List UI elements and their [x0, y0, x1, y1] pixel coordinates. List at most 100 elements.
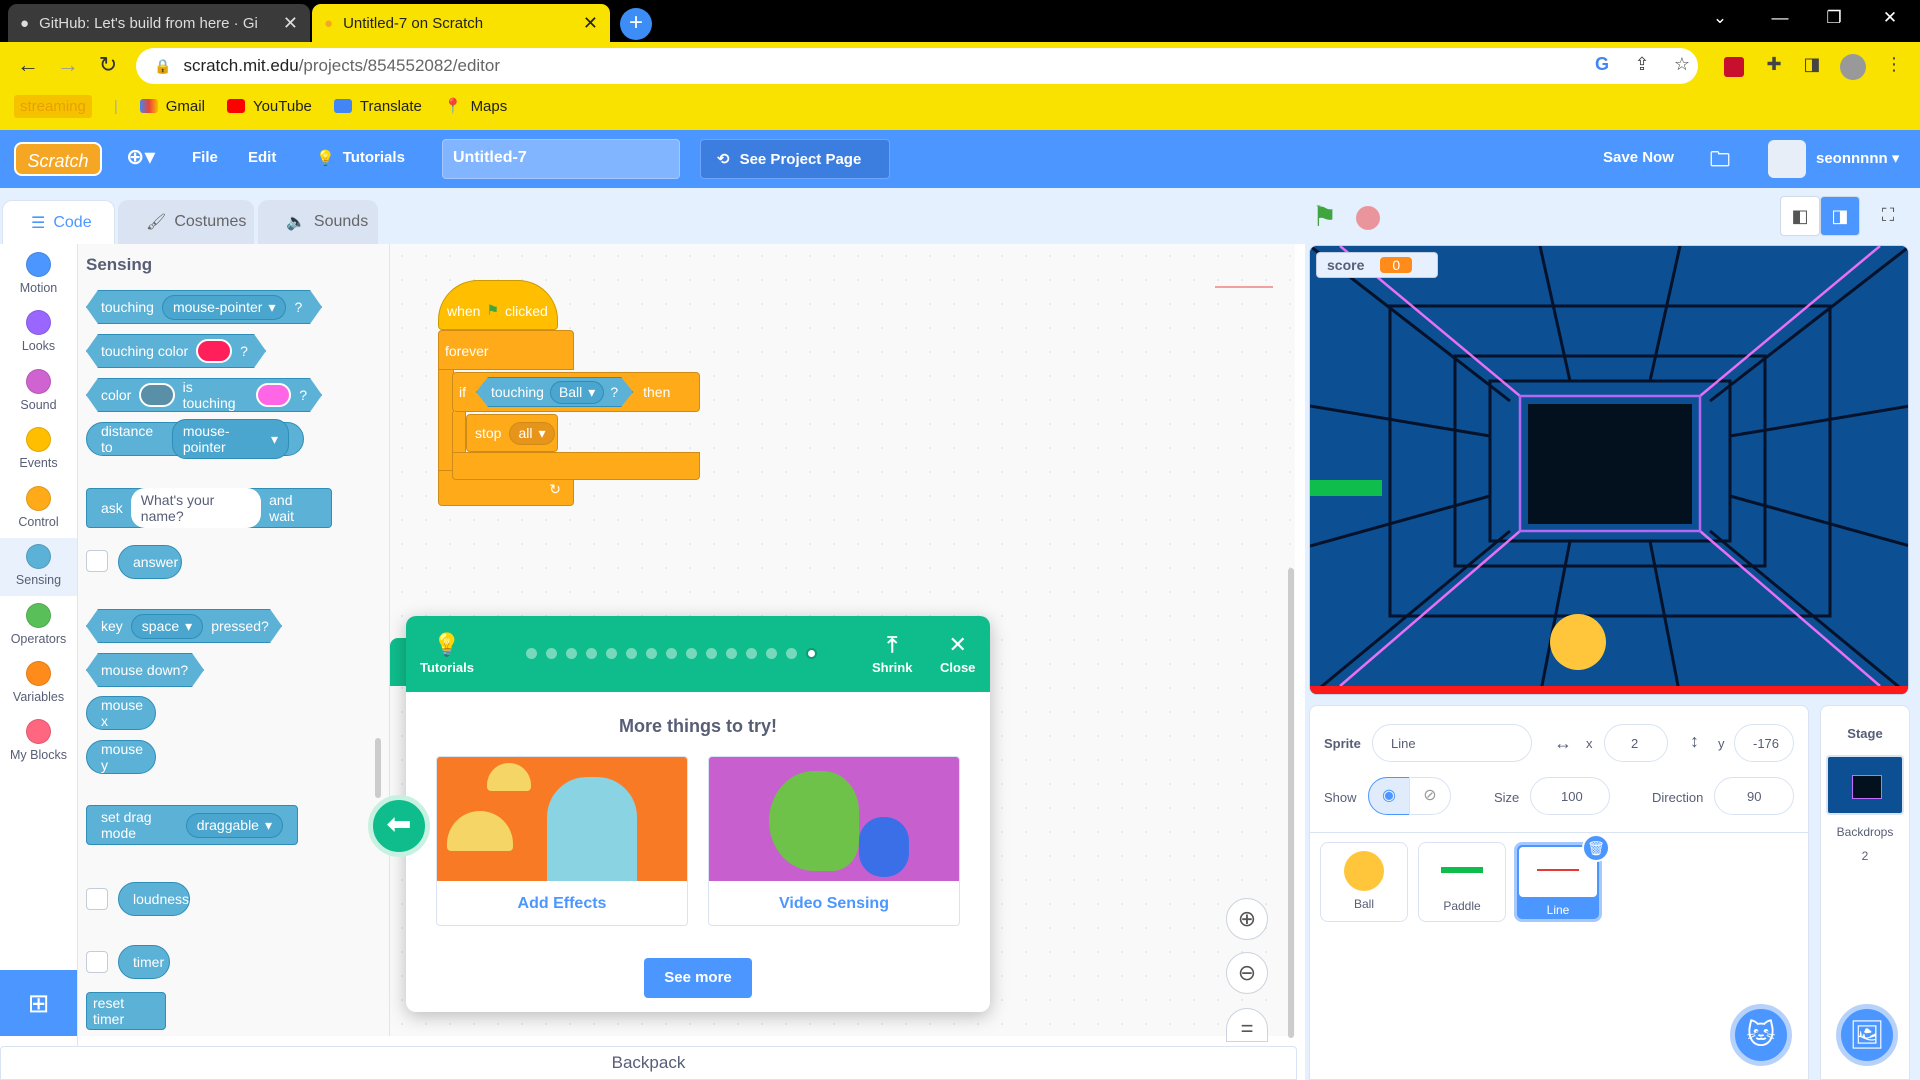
add-extension-button[interactable]: ⊞ — [0, 970, 77, 1036]
tab-search-icon[interactable]: ⌄ — [1700, 8, 1740, 28]
sidepanel-icon[interactable]: ◨ — [1798, 54, 1826, 75]
bookmark-maps[interactable]: 📍 Maps — [444, 97, 507, 116]
globe-icon[interactable]: ⊕▾ — [126, 144, 155, 170]
touching-target-dropdown[interactable]: Ball ▾ — [550, 381, 604, 404]
stop-button[interactable] — [1356, 206, 1380, 230]
tutorial-step-dot[interactable] — [726, 648, 737, 659]
puzzle-icon[interactable]: ✚ — [1760, 54, 1788, 75]
block-color-is-touching[interactable]: color is touching ? — [86, 378, 322, 412]
distance-target-dropdown[interactable]: mouse-pointer ▾ — [171, 419, 289, 459]
tutorial-step-dot[interactable] — [586, 648, 597, 659]
google-icon[interactable]: G — [1588, 54, 1616, 75]
block-touching-color[interactable]: touching color ? — [86, 334, 266, 368]
share-icon[interactable]: ⇪ — [1628, 54, 1656, 75]
shrink-button[interactable]: ⤒ Shrink — [872, 632, 912, 675]
tutorial-step-dot[interactable] — [786, 648, 797, 659]
sprite-tile-ball[interactable]: Ball — [1320, 842, 1408, 922]
menu-file[interactable]: File — [192, 149, 218, 166]
x-input[interactable]: 2 — [1604, 724, 1668, 762]
sprite-tile-paddle[interactable]: Paddle — [1418, 842, 1506, 922]
menu-edit[interactable]: Edit — [248, 149, 276, 166]
answer-monitor-checkbox[interactable] — [86, 550, 108, 572]
new-tab-button[interactable]: + — [620, 8, 652, 40]
show-visible-eye-icon[interactable]: ◉ — [1368, 777, 1410, 815]
reload-icon[interactable]: ↻ — [92, 52, 124, 78]
tutorial-step-dot[interactable] — [566, 648, 577, 659]
tab-costumes[interactable]: 🖌 Costumes — [118, 200, 254, 244]
browser-tab-github[interactable]: ● GitHub: Let's build from here · Gi ✕ — [8, 4, 310, 42]
forward-icon[interactable]: → — [52, 52, 84, 78]
block-if-then[interactable]: if touching Ball ▾ ? then — [452, 372, 700, 412]
close-icon[interactable]: ✕ — [283, 13, 298, 34]
card-video-sensing[interactable]: Video Sensing — [708, 756, 960, 926]
category-control[interactable]: Control — [0, 486, 77, 529]
delete-sprite-trash-icon[interactable]: 🗑 — [1582, 834, 1610, 862]
block-touching[interactable]: touching mouse-pointer ▾ ? — [86, 290, 322, 324]
y-input[interactable]: -176 — [1734, 724, 1794, 762]
tutorials-button[interactable]: 💡 Tutorials — [420, 632, 474, 675]
browser-tab-scratch[interactable]: ● Untitled-7 on Scratch ✕ — [312, 4, 610, 42]
choose-backdrop-icon[interactable]: 🖼 — [1836, 1004, 1898, 1066]
ask-question-input[interactable]: What's your name? — [130, 488, 262, 528]
card-add-effects[interactable]: Add Effects — [436, 756, 688, 926]
sprite-name-input[interactable]: Line — [1372, 724, 1532, 762]
normal-stage-button[interactable]: ◨ — [1820, 196, 1860, 236]
color-swatch[interactable] — [139, 383, 174, 407]
close-button[interactable]: ✕ Close — [940, 632, 975, 675]
block-when-flag-clicked[interactable]: when ⚑ clicked — [438, 280, 558, 330]
block-ask-and-wait[interactable]: ask What's your name? and wait — [86, 488, 332, 528]
minimize-button[interactable]: — — [1760, 8, 1800, 28]
workspace-scrollbar[interactable] — [1288, 568, 1294, 1038]
block-mouse-down[interactable]: mouse down? — [86, 653, 204, 687]
tutorial-step-dot[interactable] — [686, 648, 697, 659]
tab-sounds[interactable]: 🔈 Sounds — [258, 200, 378, 244]
direction-input[interactable]: 90 — [1714, 777, 1794, 815]
block-answer[interactable]: answer — [118, 545, 182, 579]
category-operators[interactable]: Operators — [0, 603, 77, 646]
see-project-page-button[interactable]: ⟲ See Project Page — [700, 139, 890, 179]
stop-option-dropdown[interactable]: all ▾ — [509, 421, 555, 445]
menu-tutorials[interactable]: 💡 Tutorials — [316, 149, 405, 167]
category-sensing[interactable]: Sensing — [0, 538, 77, 596]
category-sound[interactable]: Sound — [0, 369, 77, 412]
zoom-in-button[interactable]: ⊕ — [1226, 898, 1268, 940]
block-timer[interactable]: timer — [118, 945, 170, 979]
scratch-logo[interactable]: Scratch — [14, 142, 102, 176]
category-events[interactable]: Events — [0, 427, 77, 470]
menu-kebab-icon[interactable]: ⋮ — [1880, 54, 1908, 75]
bookmark-gmail[interactable]: Gmail — [139, 98, 205, 115]
block-mouse-y[interactable]: mouse y — [86, 740, 156, 774]
category-my-blocks[interactable]: My Blocks — [0, 719, 77, 762]
block-set-drag-mode[interactable]: set drag mode draggable ▾ — [86, 805, 298, 845]
bookmark-translate[interactable]: Translate — [333, 98, 422, 115]
category-looks[interactable]: Looks — [0, 310, 77, 353]
close-window-button[interactable]: ✕ — [1870, 8, 1910, 28]
block-loudness[interactable]: loudness — [118, 882, 190, 916]
tutorial-step-dot[interactable] — [626, 648, 637, 659]
choose-sprite-cat-icon[interactable]: 🐱 — [1730, 1004, 1792, 1066]
zoom-reset-button[interactable]: = — [1226, 1008, 1268, 1042]
block-mouse-x[interactable]: mouse x — [86, 696, 156, 730]
hide-eye-slash-icon[interactable]: ⊘ — [1409, 777, 1451, 815]
drag-mode-dropdown[interactable]: draggable ▾ — [185, 812, 283, 838]
category-variables[interactable]: Variables — [0, 661, 77, 704]
category-motion[interactable]: Motion — [0, 252, 77, 295]
tutorial-step-dot[interactable] — [606, 648, 617, 659]
small-stage-button[interactable]: ◧ — [1780, 196, 1820, 236]
block-stop[interactable]: stop all ▾ — [466, 414, 558, 452]
green-flag-button[interactable]: ⚑ — [1312, 200, 1337, 233]
block-distance-to[interactable]: distance to mouse-pointer ▾ — [86, 419, 304, 459]
back-icon[interactable]: ← — [12, 52, 44, 78]
block-key-pressed[interactable]: key space ▾ pressed? — [86, 609, 282, 643]
tutorial-step-dot[interactable] — [666, 648, 677, 659]
color-swatch[interactable] — [196, 339, 232, 363]
block-reset-timer[interactable]: reset timer — [86, 992, 166, 1030]
my-stuff-folder-icon[interactable]: 🗀 — [1710, 145, 1730, 179]
project-title-input[interactable]: Untitled-7 — [442, 139, 680, 179]
url-input[interactable]: 🔒 scratch.mit.edu/projects/854552082/edi… — [136, 48, 1698, 84]
tutorial-back-button[interactable]: ⬅ — [368, 795, 430, 857]
account-menu[interactable]: seonnnnn ▾ — [1816, 149, 1899, 167]
fullscreen-button[interactable]: ⛶ — [1868, 196, 1908, 236]
bookmark-streaming[interactable]: streaming — [14, 94, 92, 118]
see-more-button[interactable]: See more — [644, 958, 752, 998]
